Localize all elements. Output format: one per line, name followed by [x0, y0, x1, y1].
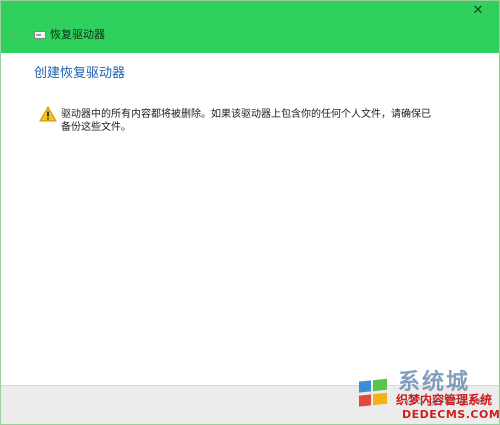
recovery-drive-window: ✕ 恢复驱动器 创建恢复驱动器 驱动器中的所有内容都将被删除。如果该驱动器上包含… [0, 0, 500, 425]
close-icon: ✕ [472, 3, 484, 18]
windows-logo-icon [359, 378, 387, 407]
title-bar: ✕ 恢复驱动器 [1, 1, 499, 53]
warning-message: 驱动器中的所有内容都将被删除。如果该驱动器上包含你的任何个人文件，请确保已备份这… [61, 109, 431, 133]
watermark-brand: 系统城 [398, 370, 471, 395]
warning-icon [39, 106, 57, 122]
back-button[interactable] [9, 28, 23, 42]
page-title: 创建恢复驱动器 [34, 66, 126, 81]
back-arrow-icon [11, 31, 21, 41]
close-button[interactable]: ✕ [471, 4, 485, 18]
window-title: 恢复驱动器 [50, 28, 105, 41]
drive-icon [34, 31, 46, 39]
watermark-cms-name: 织梦内容管理系统 [396, 393, 493, 407]
watermark-cms-url: DEDECMS.COM [402, 408, 500, 421]
